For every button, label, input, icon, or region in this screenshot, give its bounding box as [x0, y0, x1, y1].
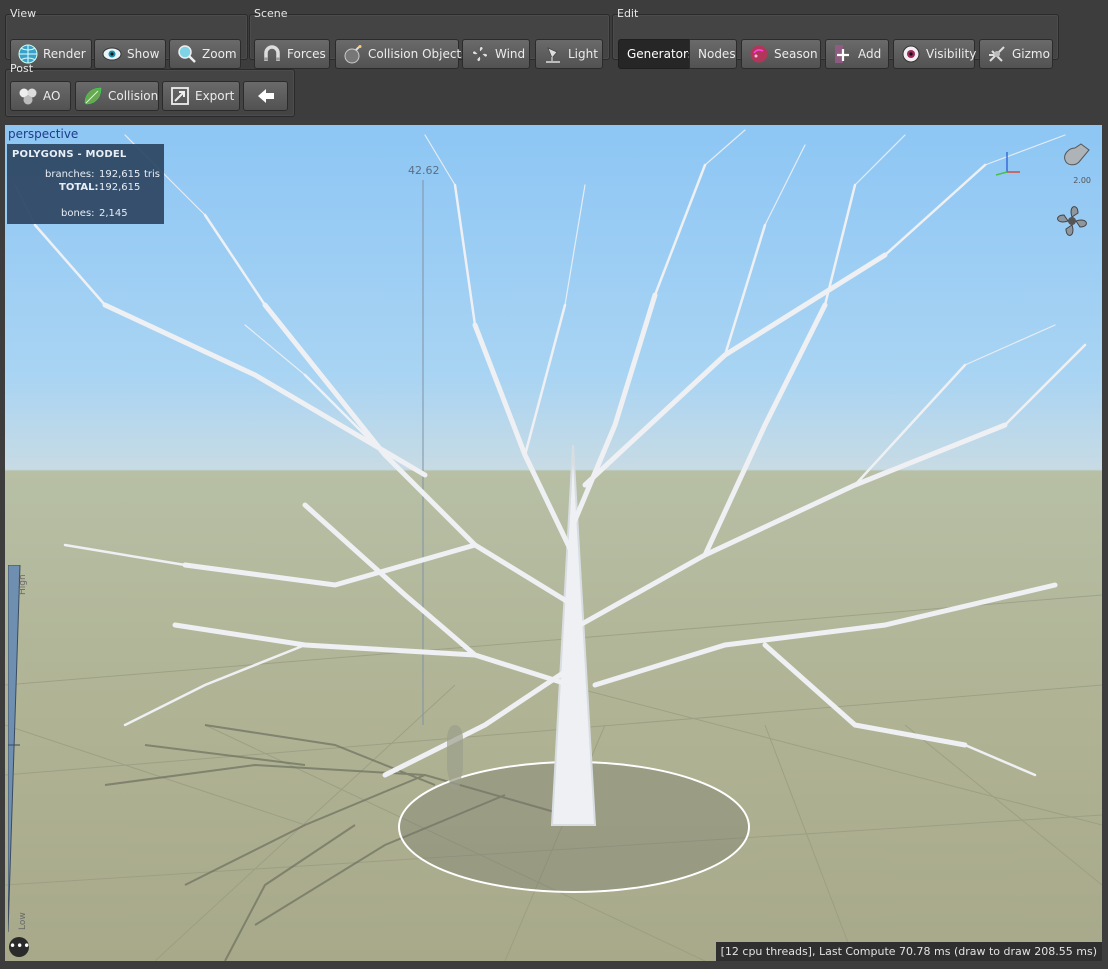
nodes-label: Nodes: [698, 47, 736, 61]
status-bar: [12 cpu threads], Last Compute 70.78 ms …: [715, 942, 1102, 961]
light-label: Light: [568, 47, 598, 61]
eye-icon: [102, 47, 122, 61]
scene-group: Scene Forces Collision Objects Wind Ligh…: [249, 7, 610, 69]
back-button[interactable]: [243, 81, 288, 111]
lod-scale-bar: [8, 565, 21, 932]
forces-label: Forces: [287, 47, 326, 61]
edit-group: Edit Generators Nodes Season Add Visibil…: [612, 7, 1059, 69]
export-button[interactable]: Export: [162, 81, 240, 111]
3d-viewport[interactable]: perspective POLYGONS - MODEL branches: 1…: [5, 125, 1102, 961]
branches-unit: tris: [144, 169, 161, 180]
gizmo-button[interactable]: Gizmo: [979, 39, 1053, 69]
gizmo-icon: [989, 46, 1005, 62]
fan-gizmo-icon[interactable]: [1052, 201, 1092, 241]
collision-button[interactable]: Collision: [75, 81, 159, 111]
post-group: Post AO Collision Export: [5, 62, 295, 117]
leaf-icon: [84, 87, 102, 105]
add-label: Add: [858, 47, 882, 61]
add-node-icon: [835, 45, 849, 63]
magnifier-icon: [178, 45, 196, 63]
ao-label: AO: [43, 89, 61, 103]
show-button[interactable]: Show: [94, 39, 166, 69]
lod-scale-high: High: [18, 574, 28, 595]
branches-value: 192,615: [99, 169, 141, 180]
season-button[interactable]: Season: [741, 39, 821, 69]
export-label: Export: [195, 89, 235, 103]
total-label: TOTAL:: [59, 182, 99, 193]
zoom-value: 2.00: [1073, 176, 1091, 185]
scene-group-title: Scene: [254, 7, 288, 20]
lod-scale-low: Low: [18, 912, 28, 930]
zoom-label: Zoom: [202, 47, 237, 61]
gizmo-label: Gizmo: [1012, 47, 1050, 61]
bones-label: bones:: [61, 208, 95, 219]
season-label: Season: [774, 47, 818, 61]
back-arrow-icon: [257, 89, 274, 103]
ladybug-icon: [750, 45, 768, 63]
bomb-icon: [344, 45, 362, 64]
visibility-label: Visibility: [926, 47, 977, 61]
lod-scale[interactable]: High Low: [8, 565, 28, 932]
collision-objects-label: Collision Objects: [368, 47, 468, 61]
polygon-stats-title: POLYGONS - MODEL: [12, 149, 127, 160]
scene-graphics: [5, 129, 1102, 961]
edit-group-title: Edit: [617, 7, 639, 20]
post-group-title: Post: [10, 62, 34, 75]
generators-label: Generators: [627, 47, 695, 61]
ao-button[interactable]: AO: [10, 81, 71, 111]
polygon-stats-panel: POLYGONS - MODEL branches: 192,615 tris …: [7, 144, 164, 224]
view-group: View Render Show Zoom: [5, 7, 248, 69]
wind-label: Wind: [495, 47, 526, 61]
bones-value: 2,145: [99, 208, 128, 219]
generators-tab[interactable]: Generators: [618, 39, 694, 69]
collision-objects-button[interactable]: Collision Objects: [335, 39, 467, 69]
forces-button[interactable]: Forces: [254, 39, 330, 69]
export-icon: [171, 87, 189, 105]
nodes-tab[interactable]: Nodes: [689, 39, 737, 69]
axis-triad-icon[interactable]: [992, 147, 1022, 177]
add-button[interactable]: Add: [825, 39, 889, 69]
magnet-icon: [264, 45, 280, 61]
total-value: 192,615: [99, 182, 141, 193]
light-button[interactable]: Light: [535, 39, 603, 69]
render-label: Render: [43, 47, 86, 61]
spotlight-icon: [546, 47, 560, 63]
zoom-button[interactable]: Zoom: [169, 39, 241, 69]
reference-figure: [447, 725, 463, 789]
lamp-icon[interactable]: [1057, 140, 1093, 176]
visibility-button[interactable]: Visibility: [893, 39, 977, 69]
show-label: Show: [127, 47, 160, 61]
more-options-button[interactable]: •••: [9, 937, 30, 957]
height-readout: 42.62: [408, 164, 440, 177]
wind-button[interactable]: Wind: [462, 39, 530, 69]
eyeball-icon: [902, 45, 920, 63]
collision-label: Collision: [108, 89, 159, 103]
fan-icon: [472, 46, 488, 62]
tree-model: [14, 129, 1087, 826]
view-group-title: View: [10, 7, 37, 20]
branches-label: branches:: [45, 169, 95, 180]
ao-spheres-icon: [19, 88, 37, 105]
camera-mode-label[interactable]: perspective: [8, 127, 78, 141]
